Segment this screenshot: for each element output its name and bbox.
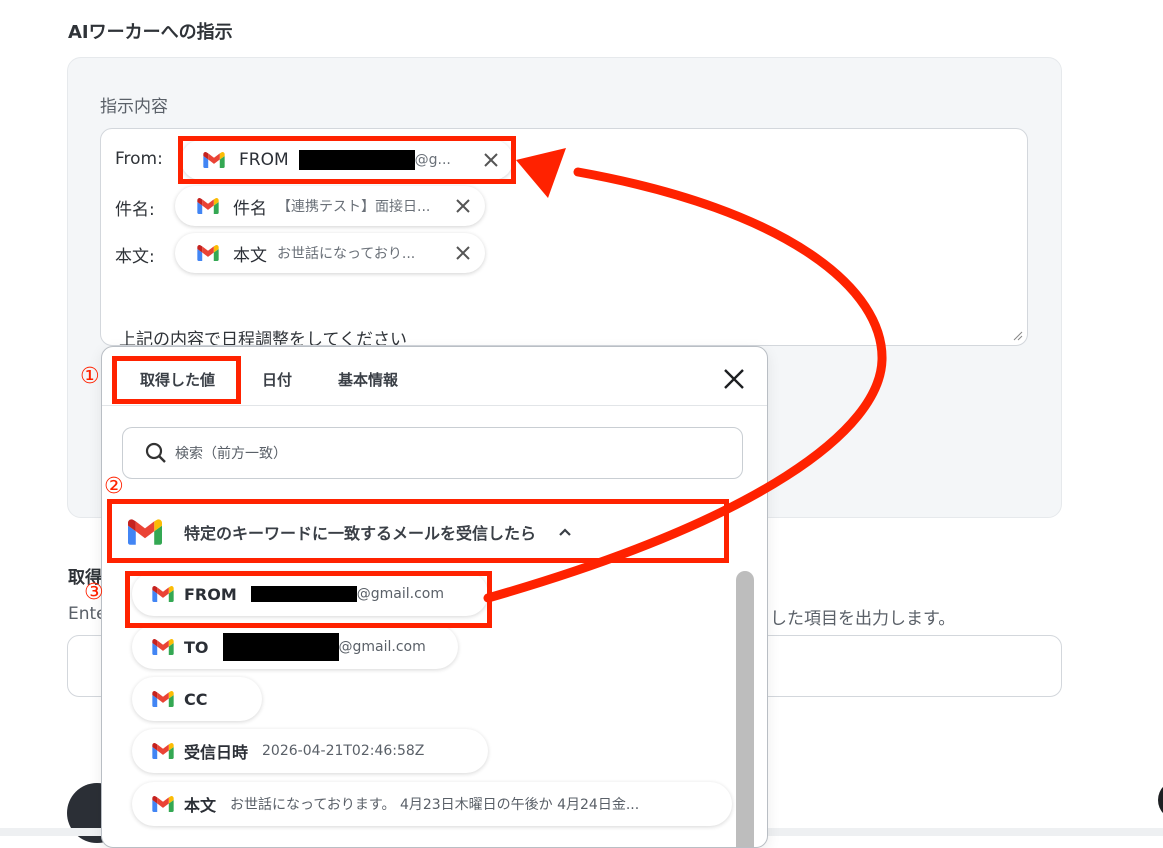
annotation-arrow bbox=[483, 148, 887, 603]
